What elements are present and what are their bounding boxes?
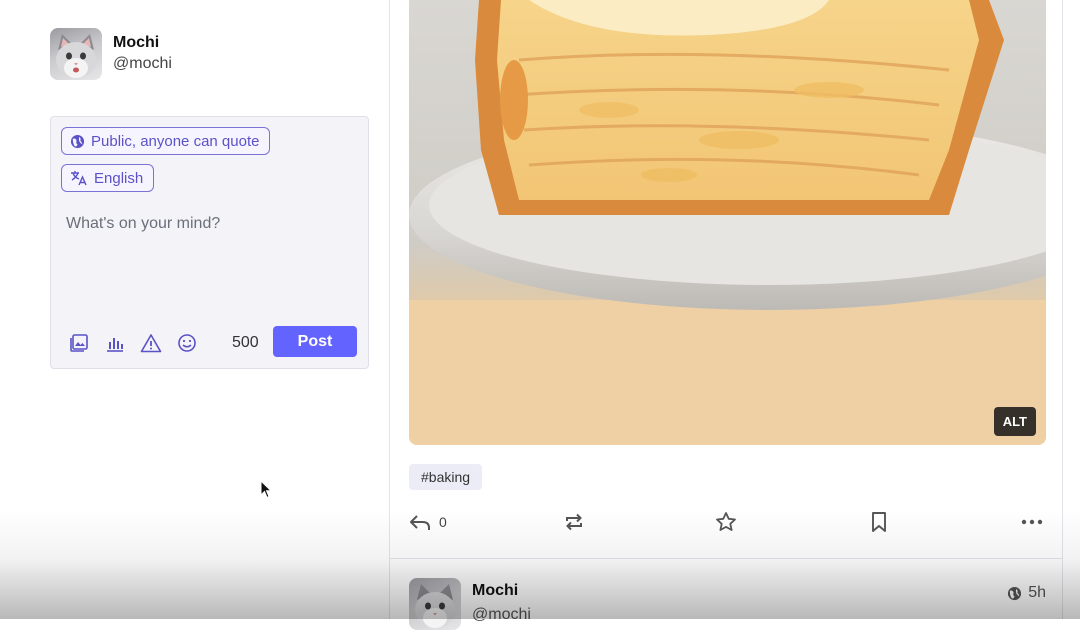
post-media-image[interactable]: ALT bbox=[409, 0, 1046, 445]
reply-button[interactable]: 0 bbox=[409, 508, 447, 536]
hashtag-link[interactable]: #baking bbox=[409, 464, 483, 490]
alt-text-badge[interactable]: ALT bbox=[993, 407, 1036, 436]
avatar[interactable] bbox=[50, 28, 102, 80]
more-icon bbox=[1021, 519, 1043, 525]
compose-textarea[interactable] bbox=[64, 213, 358, 313]
bookmark-button[interactable] bbox=[869, 508, 889, 536]
globe-icon bbox=[70, 134, 85, 148]
translate-icon bbox=[71, 171, 87, 186]
emoji-icon[interactable] bbox=[176, 332, 198, 354]
account-name: Mochi bbox=[113, 34, 160, 51]
account-header[interactable]: Mochi @mochi bbox=[50, 28, 172, 80]
post-author-handle[interactable]: @mochi bbox=[472, 606, 531, 624]
account-handle: @mochi bbox=[113, 55, 172, 72]
post-action-bar: 0 bbox=[409, 508, 1046, 538]
media-icon[interactable] bbox=[68, 332, 90, 354]
boost-button[interactable] bbox=[563, 508, 585, 536]
privacy-selector-button[interactable]: Public, anyone can quote bbox=[61, 127, 271, 155]
reply-icon bbox=[410, 515, 430, 530]
globe-icon bbox=[1008, 586, 1022, 600]
mouse-cursor-icon bbox=[260, 480, 273, 499]
language-label: English bbox=[94, 169, 144, 187]
avatar[interactable] bbox=[409, 578, 461, 630]
post-time: 5h bbox=[1028, 584, 1046, 601]
privacy-label: Public, anyone can quote bbox=[91, 132, 260, 150]
more-options-button[interactable] bbox=[1021, 508, 1043, 536]
poll-icon[interactable] bbox=[104, 332, 126, 354]
content-warning-icon[interactable] bbox=[140, 332, 162, 354]
bookmark-icon bbox=[872, 512, 886, 532]
favourite-button[interactable] bbox=[715, 508, 737, 536]
pastry-photo bbox=[409, 0, 1046, 445]
post-divider bbox=[390, 558, 1062, 559]
post-button[interactable]: Post bbox=[273, 326, 357, 357]
post-author-name[interactable]: Mochi bbox=[472, 582, 518, 600]
reply-count: 0 bbox=[439, 514, 447, 530]
compose-form: Public, anyone can quote English What's … bbox=[50, 116, 369, 369]
timeline-feed: ALT #baking 0 Mochi @mochi 5h bbox=[389, 0, 1063, 630]
character-counter: 500 bbox=[232, 334, 259, 351]
language-selector-button[interactable]: English bbox=[61, 164, 155, 192]
star-icon bbox=[716, 512, 736, 531]
boost-icon bbox=[566, 513, 582, 531]
post-timestamp[interactable]: 5h bbox=[1007, 584, 1046, 602]
